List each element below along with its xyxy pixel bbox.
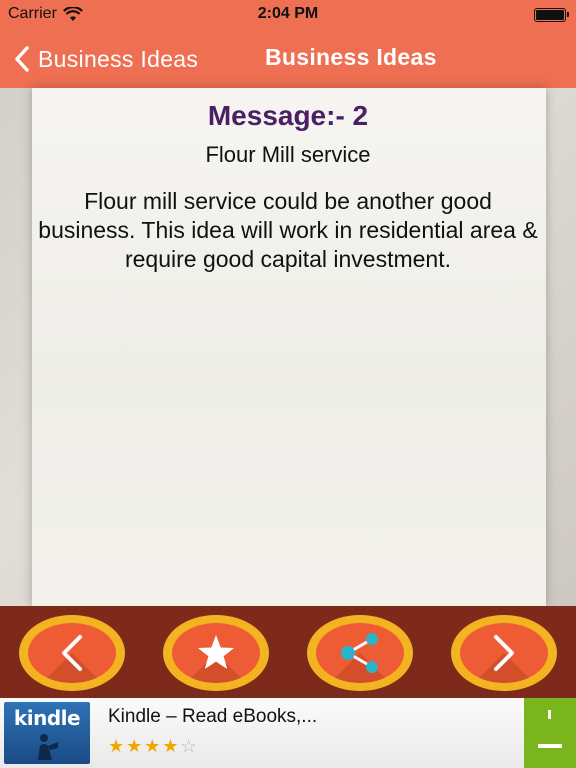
rating-stars-empty: ☆ — [180, 736, 199, 756]
bottom-toolbar — [0, 606, 576, 698]
rating-stars-filled: ★★★★ — [108, 736, 181, 756]
install-indicator — [548, 710, 551, 719]
ad-title: Kindle – Read eBooks,... — [108, 706, 318, 727]
battery-icon — [534, 8, 569, 22]
share-icon — [341, 633, 378, 673]
next-button[interactable] — [451, 615, 557, 691]
favorite-button[interactable] — [163, 615, 269, 691]
page-title: Business Ideas — [265, 44, 437, 70]
ad-banner[interactable]: kindle Kindle – Read eBooks,... ★★★★☆ — [0, 698, 576, 768]
back-button[interactable]: Business Ideas — [14, 42, 198, 76]
share-button[interactable] — [307, 615, 413, 691]
install-button[interactable] — [524, 698, 576, 768]
message-subtitle: Flour Mill service — [205, 142, 371, 167]
status-time: 2:04 PM — [257, 5, 319, 22]
message-title: Message:- 2 — [207, 100, 369, 131]
minus-icon — [538, 744, 562, 748]
star-icon — [198, 635, 234, 669]
chevron-left-icon — [62, 635, 82, 671]
chevron-right-icon — [494, 635, 514, 671]
navigation-bar: Business Ideas Business Ideas — [0, 30, 576, 88]
message-body: Flour mill service could be another good… — [38, 188, 538, 272]
back-button-label: Business Ideas — [38, 45, 199, 72]
ad-rating: ★★★★☆ — [108, 736, 199, 757]
kindle-app-icon: kindle — [4, 702, 90, 764]
chevron-left-icon — [15, 46, 29, 72]
previous-button[interactable] — [19, 615, 125, 691]
status-bar: Carrier 2:04 PM — [0, 0, 576, 30]
reader-icon — [38, 734, 58, 760]
